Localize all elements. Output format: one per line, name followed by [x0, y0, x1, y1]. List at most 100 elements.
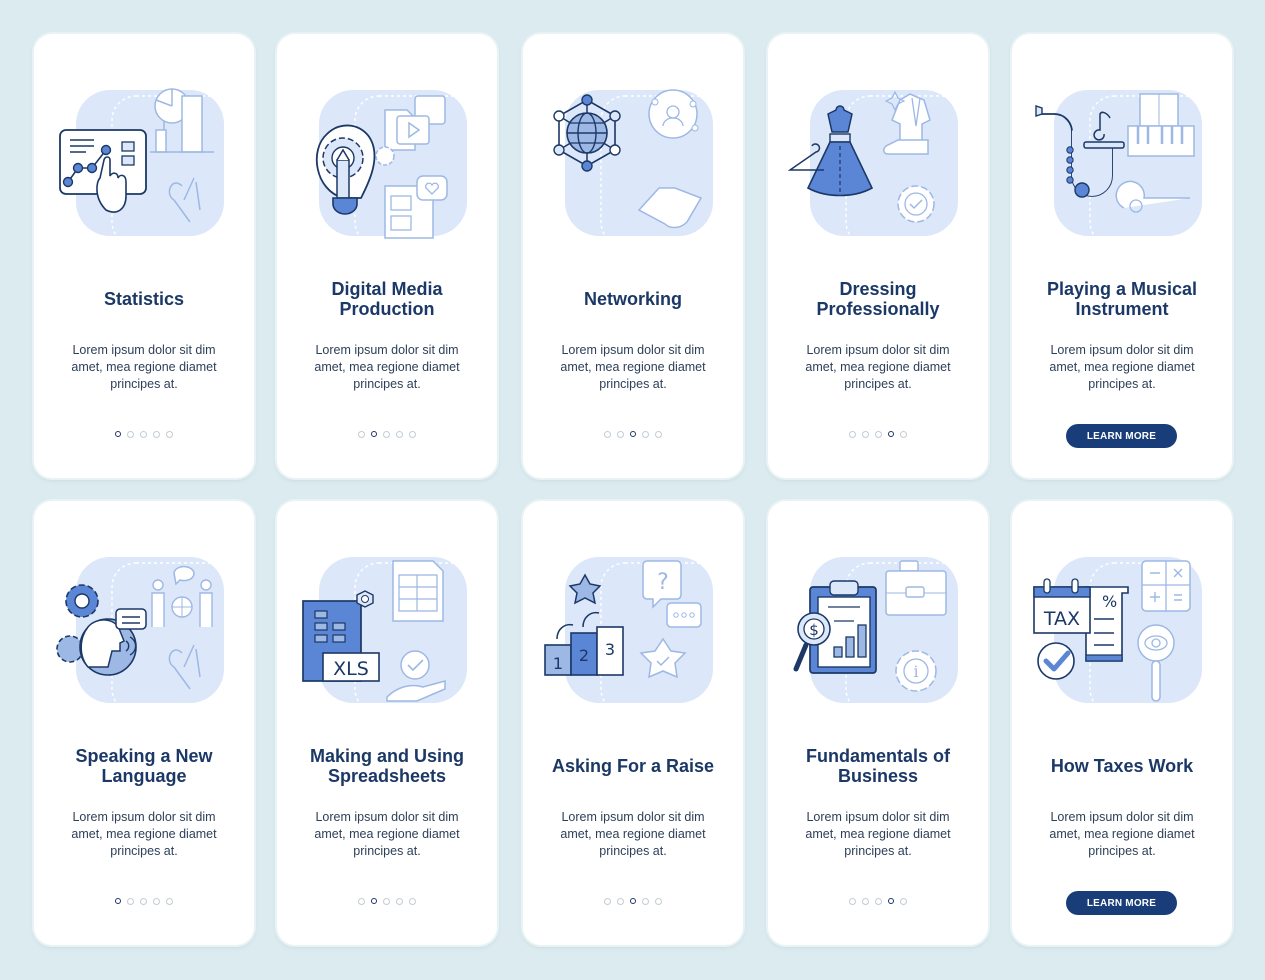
onboarding-card-9: i $ Fundamentals of Business Lorem ipsum… — [768, 501, 988, 945]
onboarding-card-7: XLS Making and Using Spreadsheets Lorem … — [277, 501, 497, 945]
dress-icon — [787, 90, 965, 247]
raise-icon: ? 123 — [544, 557, 720, 714]
pagination-dots — [277, 898, 497, 905]
pagination-dot-active[interactable] — [371, 431, 377, 437]
pagination-dots — [277, 431, 497, 438]
card-title: Speaking a New Language — [75, 746, 213, 786]
pagination-dot[interactable] — [166, 898, 173, 905]
learn-more-button[interactable]: LEARN MORE — [1066, 891, 1177, 915]
language-icon — [56, 557, 231, 714]
pagination-dot[interactable] — [127, 431, 134, 438]
pagination-dots — [523, 431, 743, 438]
card-title: Dressing Professionally — [816, 279, 940, 319]
card-title: Networking — [583, 289, 682, 309]
onboarding-card-10: % TAX How Taxes Work Lorem ipsum dolor s… — [1012, 501, 1232, 945]
card-title: Fundamentals of Business — [805, 746, 950, 786]
pagination-dot[interactable] — [140, 431, 147, 438]
pagination-dots — [768, 431, 988, 438]
svg-text:XLS: XLS — [333, 658, 369, 680]
taxes-icon: % TAX — [1032, 547, 1212, 717]
pagination-dot-active[interactable] — [371, 898, 377, 904]
onboarding-card-2: Digital Media Production Lorem ipsum dol… — [277, 34, 497, 478]
pagination-dot[interactable] — [153, 431, 160, 438]
svg-text:$: $ — [809, 621, 819, 639]
musical-instrument-icon — [1035, 90, 1209, 247]
pagination-dot[interactable] — [875, 898, 882, 905]
card-description: Lorem ipsum dolor sit dim amet, mea regi… — [71, 343, 217, 391]
pagination-dot[interactable] — [153, 898, 160, 905]
onboarding-card-8: ? 123 Asking For a Raise Lorem ipsum dol… — [523, 501, 743, 945]
pagination-dot[interactable] — [875, 431, 882, 438]
statistics-icon — [54, 80, 234, 250]
spreadsheet-icon: XLS — [302, 557, 474, 714]
svg-text:i: i — [913, 662, 918, 681]
pagination-dot[interactable] — [604, 431, 611, 438]
pagination-dot[interactable] — [849, 431, 856, 438]
onboarding-card-6: Speaking a New Language Lorem ipsum dolo… — [34, 501, 254, 945]
pagination-dot[interactable] — [140, 898, 147, 905]
dress-icon — [787, 80, 968, 250]
pagination-dot[interactable] — [383, 898, 390, 905]
pagination-dot[interactable] — [862, 431, 869, 438]
pagination-dot[interactable] — [900, 431, 907, 438]
networking-icon — [543, 80, 723, 250]
svg-text:?: ? — [657, 570, 669, 595]
taxes-icon: % TAX — [1033, 557, 1209, 714]
pagination-dot-active[interactable] — [888, 431, 894, 437]
card-description: Lorem ipsum dolor sit dim amet, mea regi… — [314, 343, 460, 391]
card-description: Lorem ipsum dolor sit dim amet, mea regi… — [71, 810, 217, 858]
svg-text:3: 3 — [605, 640, 615, 659]
pagination-dot[interactable] — [617, 898, 624, 905]
pagination-dot[interactable] — [409, 431, 416, 438]
statistics-icon — [59, 88, 231, 247]
card-description: Lorem ipsum dolor sit dim amet, mea regi… — [805, 810, 951, 858]
business-icon: i $ — [793, 557, 965, 714]
pagination-dot[interactable] — [166, 431, 173, 438]
pagination-dot-active[interactable] — [630, 898, 636, 904]
learn-more-button[interactable]: LEARN MORE — [1066, 424, 1177, 448]
card-title: How Taxes Work — [1050, 756, 1194, 776]
onboarding-card-5: Playing a Musical Instrument Lorem ipsum… — [1012, 34, 1232, 478]
pagination-dot-active[interactable] — [115, 898, 121, 904]
svg-text:1: 1 — [553, 654, 563, 673]
pagination-dot[interactable] — [862, 898, 869, 905]
language-icon — [54, 547, 234, 717]
card-title: Statistics — [103, 289, 185, 309]
pagination-dot[interactable] — [127, 898, 134, 905]
card-description: Lorem ipsum dolor sit dim amet, mea regi… — [560, 343, 706, 391]
pagination-dots — [523, 898, 743, 905]
card-title: Playing a Musical Instrument — [1046, 279, 1198, 319]
onboarding-card-3: Networking Lorem ipsum dolor sit dim ame… — [523, 34, 743, 478]
card-title: Digital Media Production — [331, 279, 443, 319]
pagination-dot[interactable] — [655, 431, 662, 438]
pagination-dot[interactable] — [900, 898, 907, 905]
business-icon: i $ — [788, 547, 968, 717]
card-title: Asking For a Raise — [551, 756, 715, 776]
digital-media-icon — [315, 90, 474, 247]
svg-text:TAX: TAX — [1043, 608, 1080, 630]
pagination-dot[interactable] — [358, 898, 365, 905]
pagination-dots — [34, 898, 254, 905]
spreadsheet-icon: XLS — [297, 547, 477, 717]
pagination-dot-active[interactable] — [115, 431, 121, 437]
svg-text:2: 2 — [579, 646, 589, 665]
pagination-dot[interactable] — [604, 898, 611, 905]
pagination-dot[interactable] — [617, 431, 624, 438]
pagination-dot-active[interactable] — [630, 431, 636, 437]
pagination-dots — [768, 898, 988, 905]
card-description: Lorem ipsum dolor sit dim amet, mea regi… — [314, 810, 460, 858]
pagination-dot[interactable] — [396, 431, 403, 438]
pagination-dot-active[interactable] — [888, 898, 894, 904]
card-title: Making and Using Spreadsheets — [309, 746, 464, 786]
pagination-dot[interactable] — [642, 898, 649, 905]
pagination-dot[interactable] — [642, 431, 649, 438]
card-description: Lorem ipsum dolor sit dim amet, mea regi… — [560, 810, 706, 858]
pagination-dot[interactable] — [849, 898, 856, 905]
digital-media-icon — [297, 80, 477, 250]
pagination-dot[interactable] — [409, 898, 416, 905]
pagination-dots — [34, 431, 254, 438]
pagination-dot[interactable] — [383, 431, 390, 438]
pagination-dot[interactable] — [396, 898, 403, 905]
pagination-dot[interactable] — [358, 431, 365, 438]
pagination-dot[interactable] — [655, 898, 662, 905]
